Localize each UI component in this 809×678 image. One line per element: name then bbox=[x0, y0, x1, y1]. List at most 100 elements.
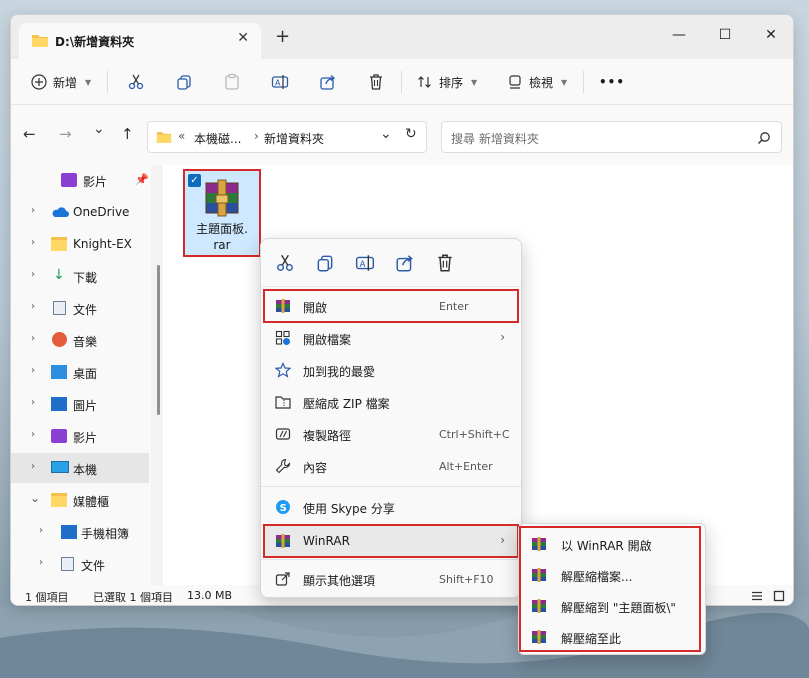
rename-icon[interactable]: A bbox=[271, 72, 289, 92]
address-dropdown-button[interactable]: ⌄ bbox=[380, 126, 392, 142]
menu-item-open[interactable]: 開啟 Enter bbox=[263, 289, 519, 323]
search-icon[interactable] bbox=[757, 131, 771, 145]
sidebar-item-knight-ex[interactable]: › Knight-EX bbox=[11, 229, 149, 259]
recent-locations-button[interactable]: ⌄ bbox=[93, 121, 105, 137]
chevron-right-icon[interactable]: › bbox=[31, 301, 35, 312]
back-button[interactable]: ← bbox=[23, 125, 36, 143]
sidebar-item-this-pc[interactable]: › 本機 bbox=[11, 453, 149, 483]
delete-icon[interactable] bbox=[367, 72, 385, 92]
chevron-right-icon[interactable]: › bbox=[31, 333, 35, 344]
sidebar-item-label: 文件 bbox=[73, 303, 98, 317]
sidebar-item-videos[interactable]: › 影片 bbox=[11, 421, 149, 451]
chevron-down-icon[interactable]: ⌄ bbox=[30, 491, 40, 505]
paste-icon[interactable] bbox=[223, 72, 241, 92]
submenu-item-extract-to-folder[interactable]: 解壓縮到 "主題面板\" bbox=[521, 591, 699, 621]
chevron-right-icon[interactable]: › bbox=[31, 237, 35, 248]
up-button[interactable]: ↑ bbox=[121, 125, 134, 143]
selection-checkbox[interactable]: ✓ bbox=[188, 174, 201, 187]
view-button[interactable]: 檢視 ▼ bbox=[507, 72, 567, 92]
forward-button[interactable]: → bbox=[59, 125, 72, 143]
sidebar-scrollbar[interactable] bbox=[157, 265, 160, 415]
chevron-right-icon[interactable]: › bbox=[39, 557, 43, 568]
navigation-pane: 影片 📌 › OneDrive › Knight-EX › ↓ 下載 › 文件 bbox=[11, 165, 160, 585]
maximize-button[interactable]: ☐ bbox=[713, 23, 737, 47]
sort-button[interactable]: 排序 ▼ bbox=[417, 72, 477, 92]
new-tab-button[interactable]: + bbox=[275, 28, 290, 46]
copy-icon[interactable] bbox=[315, 253, 335, 273]
sidebar-item-pictures[interactable]: › 圖片 bbox=[11, 389, 149, 419]
chevron-right-icon[interactable]: › bbox=[31, 365, 35, 376]
tab-current-folder[interactable]: D:\新增資料夾 ✕ bbox=[19, 23, 261, 59]
submenu-item-extract-files[interactable]: 解壓縮檔案... bbox=[521, 560, 699, 590]
copy-icon[interactable] bbox=[175, 72, 193, 92]
new-button[interactable]: 新增 ▼ bbox=[31, 72, 91, 92]
menu-item-label: 複製路徑 bbox=[303, 429, 352, 443]
cut-icon[interactable] bbox=[127, 72, 145, 92]
refresh-button[interactable]: ↻ bbox=[405, 126, 417, 142]
pin-icon[interactable]: 📌 bbox=[135, 173, 149, 186]
menu-item-shortcut: Ctrl+Shift+C bbox=[439, 428, 510, 441]
address-overflow[interactable]: « bbox=[178, 129, 185, 143]
menu-item-winrar[interactable]: WinRAR › bbox=[263, 524, 519, 558]
search-box[interactable]: 搜尋 新增資料夾 bbox=[441, 121, 782, 153]
sidebar-item-library-documents[interactable]: › 文件 bbox=[11, 549, 149, 579]
cloud-icon bbox=[52, 207, 69, 217]
minimize-button[interactable]: — bbox=[667, 23, 691, 47]
sidebar-item-label: 音樂 bbox=[73, 335, 98, 349]
submenu-item-open-with-winrar[interactable]: 以 WinRAR 開啟 bbox=[521, 529, 699, 559]
sidebar-item-phone-album[interactable]: › 手機相簿 bbox=[11, 517, 149, 547]
sidebar-item-videos-pinned[interactable]: 影片 📌 bbox=[11, 165, 149, 195]
details-view-icon[interactable] bbox=[751, 590, 763, 602]
menu-item-open-with[interactable]: 開啟檔案 › bbox=[265, 323, 517, 353]
sidebar-item-downloads[interactable]: › ↓ 下載 bbox=[11, 261, 149, 291]
winrar-submenu: 以 WinRAR 開啟 解壓縮檔案... 解壓縮到 "主題面板\" 解壓縮至此 bbox=[518, 523, 706, 655]
submenu-item-extract-here[interactable]: 解壓縮至此 bbox=[521, 622, 699, 652]
address-bar[interactable]: « 本機磁... › 新增資料夾 ⌄ bbox=[147, 121, 427, 153]
search-input[interactable]: 搜尋 新增資料夾 bbox=[451, 130, 539, 147]
menu-item-share-skype[interactable]: S 使用 Skype 分享 bbox=[265, 492, 517, 522]
desktop-icon bbox=[51, 365, 67, 379]
file-item-rar[interactable]: ✓ 主題面板. rar bbox=[183, 169, 261, 257]
sidebar-item-music[interactable]: › 音樂 bbox=[11, 325, 149, 355]
submenu-item-label: 解壓縮至此 bbox=[561, 632, 622, 646]
cut-icon[interactable] bbox=[275, 253, 295, 273]
sidebar-item-label: 桌面 bbox=[73, 367, 98, 381]
chevron-right-icon[interactable]: › bbox=[31, 397, 35, 408]
share-icon[interactable] bbox=[395, 253, 415, 273]
folder-icon bbox=[32, 35, 48, 47]
menu-item-show-more-options[interactable]: 顯示其他選項 Shift+F10 bbox=[265, 564, 517, 594]
chevron-right-icon[interactable]: › bbox=[31, 429, 35, 440]
sidebar-item-label: 下載 bbox=[73, 271, 98, 285]
rename-icon[interactable]: A bbox=[355, 253, 375, 273]
menu-item-label: 開啟檔案 bbox=[303, 333, 352, 347]
menu-item-compress-zip[interactable]: 壓縮成 ZIP 檔案 bbox=[265, 387, 517, 417]
tab-close-icon[interactable]: ✕ bbox=[237, 30, 249, 46]
menu-item-copy-path[interactable]: 複製路徑 Ctrl+Shift+C bbox=[265, 419, 517, 449]
sidebar-item-onedrive[interactable]: › OneDrive bbox=[11, 197, 149, 227]
sidebar-item-documents[interactable]: › 文件 bbox=[11, 293, 149, 323]
delete-icon[interactable] bbox=[435, 253, 455, 273]
winrar-icon bbox=[532, 599, 546, 613]
document-icon bbox=[61, 557, 74, 571]
winrar-icon bbox=[532, 630, 546, 644]
chevron-right-icon[interactable]: › bbox=[31, 461, 35, 472]
chevron-right-icon[interactable]: › bbox=[31, 205, 35, 216]
selected-size: 13.0 MB bbox=[187, 589, 233, 602]
close-button[interactable]: ✕ bbox=[759, 23, 783, 47]
breadcrumb-folder[interactable]: 新增資料夾 bbox=[264, 130, 324, 147]
tiles-view-icon[interactable] bbox=[773, 590, 785, 602]
file-name[interactable]: 主題面板. rar bbox=[185, 221, 259, 253]
breadcrumb-drive[interactable]: 本機磁... bbox=[194, 130, 241, 147]
chevron-right-icon[interactable]: › bbox=[31, 269, 35, 280]
sidebar-item-libraries[interactable]: ⌄ 媒體櫃 bbox=[11, 485, 149, 515]
new-button-label: 新增 bbox=[53, 75, 78, 90]
video-icon bbox=[51, 429, 67, 443]
menu-item-add-to-favorites[interactable]: 加到我的最愛 bbox=[265, 355, 517, 385]
picture-icon bbox=[51, 397, 67, 411]
menu-item-label: 加到我的最愛 bbox=[303, 365, 376, 379]
sidebar-item-desktop[interactable]: › 桌面 bbox=[11, 357, 149, 387]
menu-item-properties[interactable]: 內容 Alt+Enter bbox=[265, 451, 517, 481]
see-more-button[interactable]: ••• bbox=[599, 72, 625, 92]
chevron-right-icon[interactable]: › bbox=[39, 525, 43, 536]
share-icon[interactable] bbox=[319, 72, 337, 92]
